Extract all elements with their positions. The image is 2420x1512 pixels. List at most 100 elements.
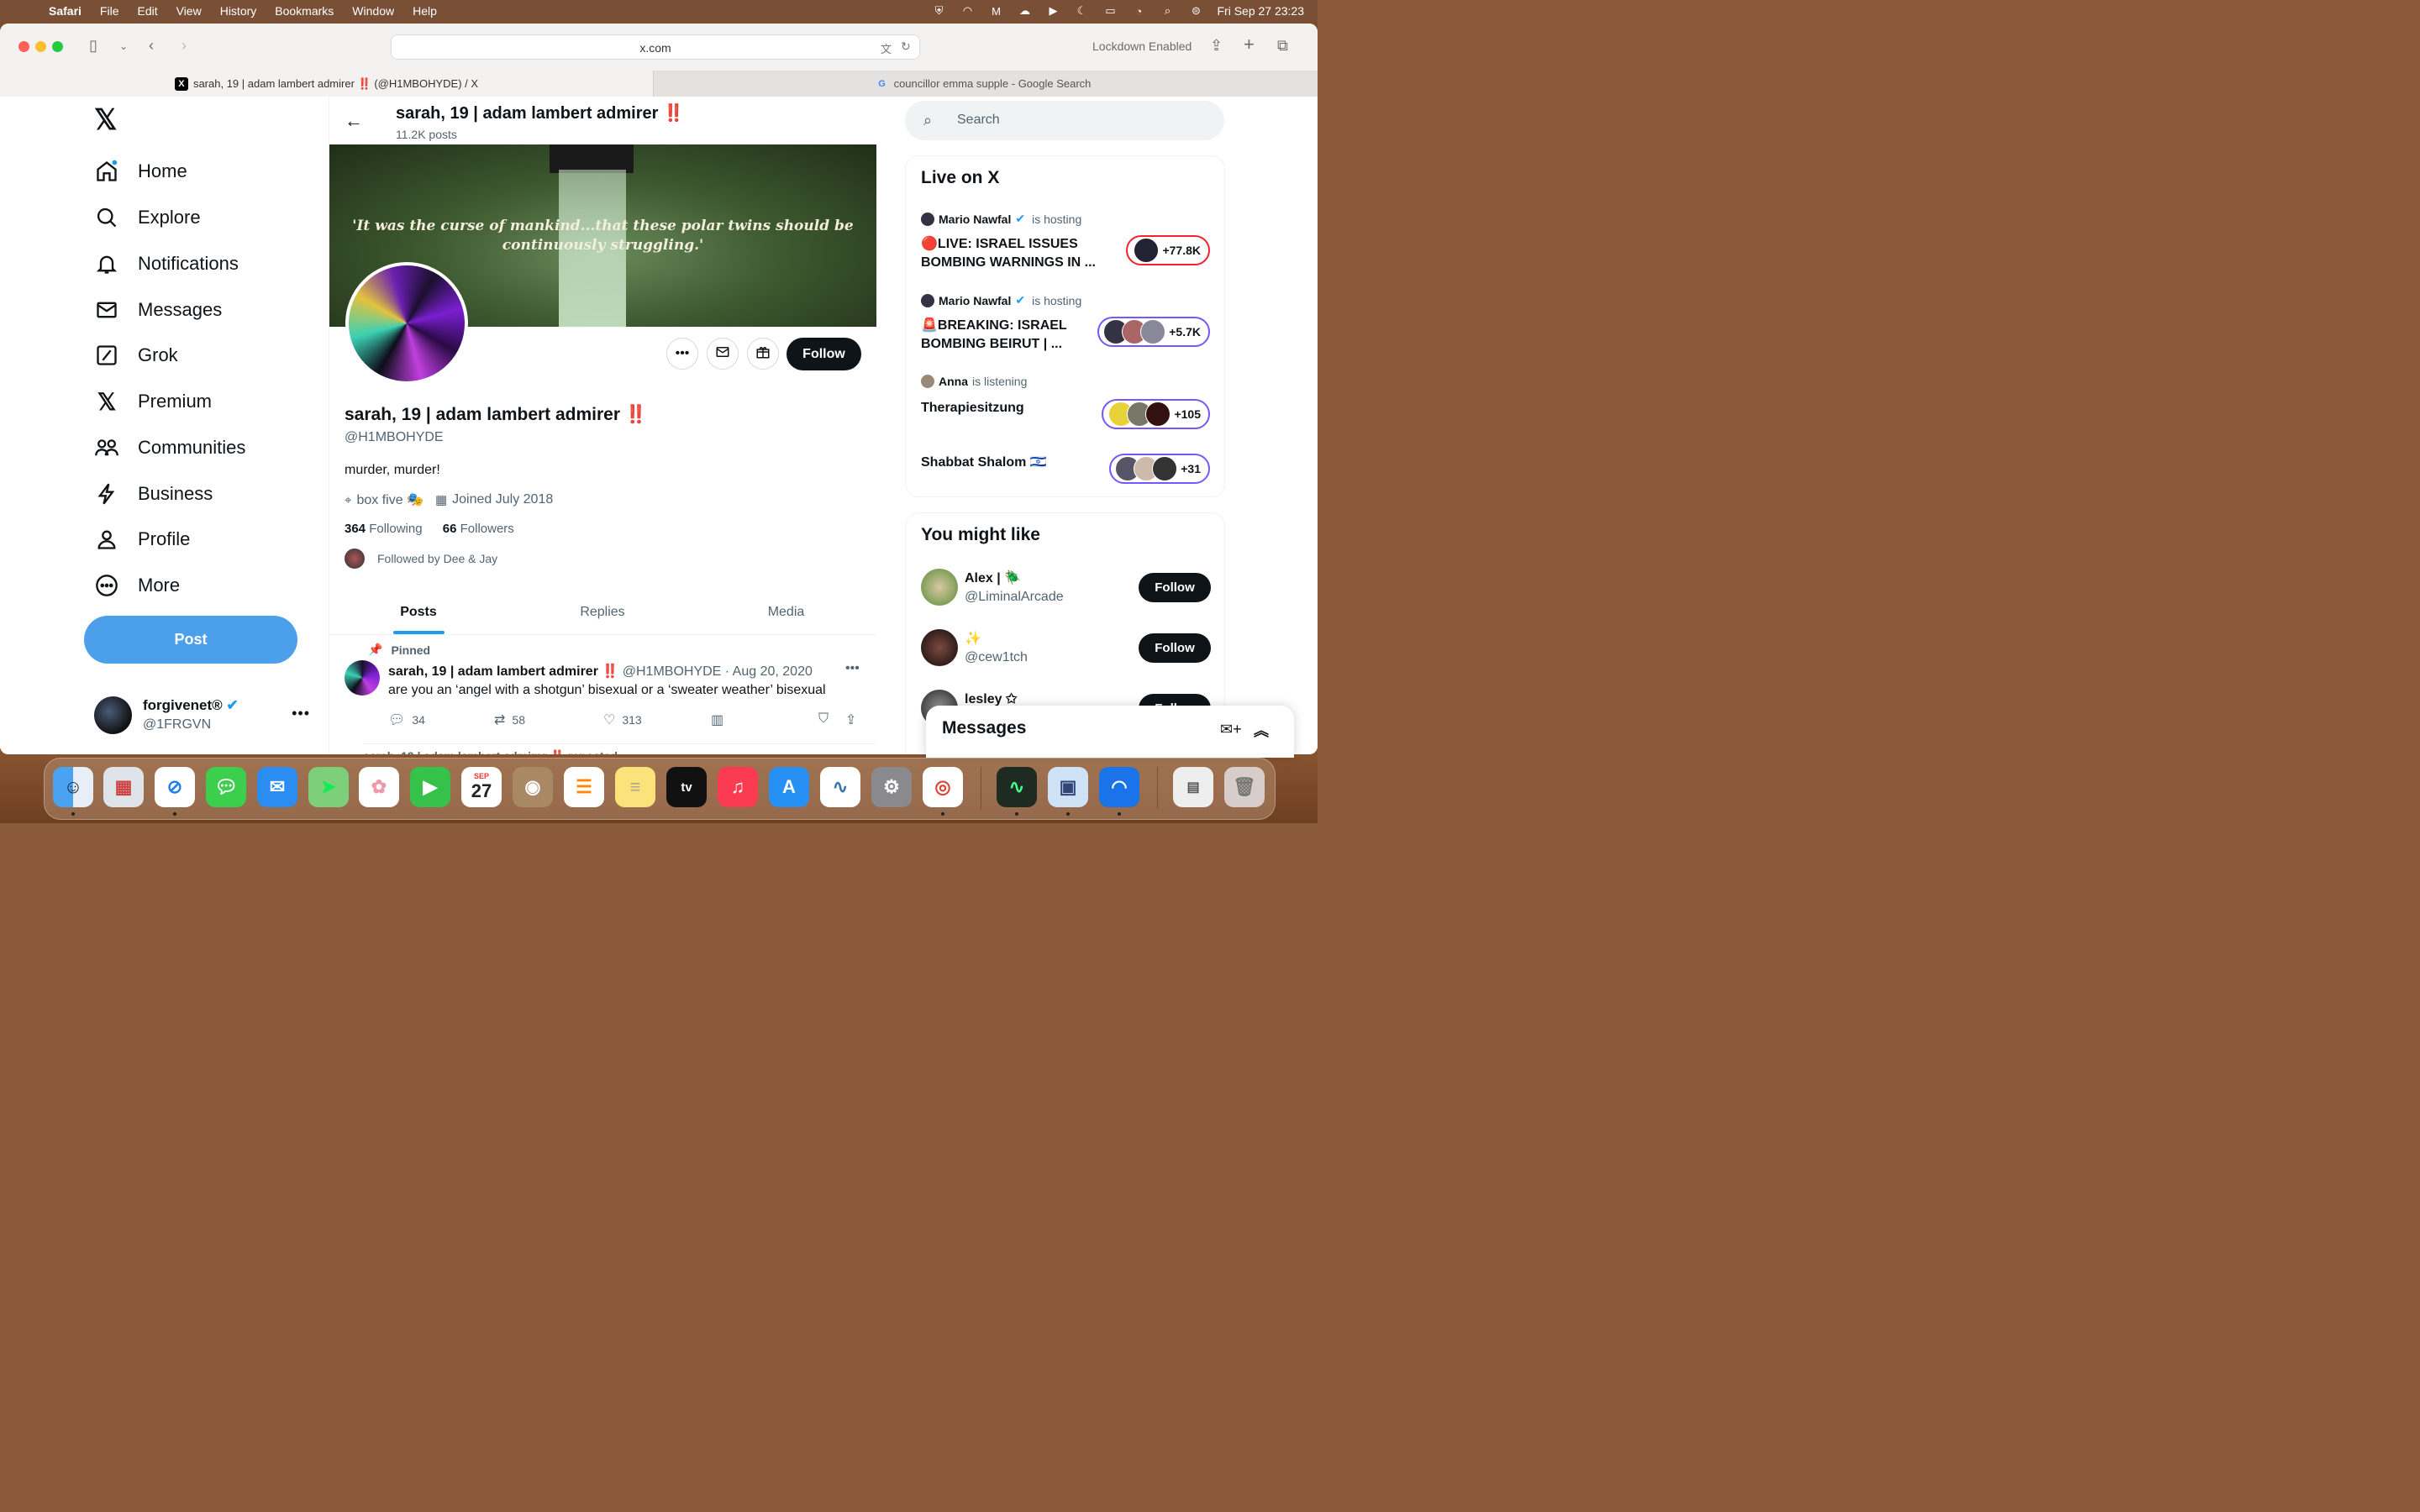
dock-contacts-icon[interactable]: ◉ xyxy=(513,767,553,807)
space-title[interactable]: Therapiesitzung xyxy=(921,399,1024,417)
dock-app-store-icon[interactable]: A xyxy=(769,767,809,807)
dock-chrome-icon[interactable]: ◎ xyxy=(923,767,963,807)
spotlight-icon[interactable]: ⌕ xyxy=(1160,4,1175,18)
tab-overview-icon[interactable]: ⧉ xyxy=(1277,37,1288,55)
nav-profile[interactable]: Profile xyxy=(94,522,190,556)
reload-icon[interactable]: ↻ xyxy=(901,39,911,54)
dock-trash-icon[interactable]: 🗑︎ xyxy=(1224,767,1265,807)
nav-business[interactable]: Business xyxy=(94,477,213,511)
tweet-handle-date[interactable]: @H1MBOHYDE · Aug 20, 2020 xyxy=(623,664,813,679)
m-app-icon[interactable]: M xyxy=(988,4,1003,18)
share-icon[interactable]: ⇪ xyxy=(1210,37,1223,55)
tab-media[interactable]: Media xyxy=(699,590,873,634)
menu-clock[interactable]: Fri Sep 27 23:23 xyxy=(1217,4,1304,18)
dock-settings-icon[interactable]: ⚙ xyxy=(871,767,912,807)
tab-replies[interactable]: Replies xyxy=(514,590,691,634)
reply-button[interactable]: 💬︎ 34 xyxy=(388,711,425,728)
nav-communities[interactable]: Communities xyxy=(94,431,245,465)
dock-maps-icon[interactable]: ➤ xyxy=(308,767,349,807)
nav-notifications[interactable]: Notifications xyxy=(94,247,239,281)
menu-bookmarks[interactable]: Bookmarks xyxy=(275,4,334,18)
nav-messages[interactable]: Messages xyxy=(94,293,222,327)
x-logo-icon[interactable]: 𝕏 xyxy=(94,106,121,134)
space-host[interactable]: Mario Nawfal ✔ is hosting xyxy=(921,212,1081,226)
new-tab-icon[interactable]: + xyxy=(1244,34,1255,55)
forward-icon[interactable]: › xyxy=(182,37,187,55)
space-title[interactable]: Shabbat Shalom 🇮🇱 xyxy=(921,454,1047,472)
dock-facetime-icon[interactable]: ▶ xyxy=(410,767,450,807)
menu-edit[interactable]: Edit xyxy=(137,4,157,18)
follow-button[interactable]: Follow xyxy=(1139,633,1211,663)
space-host[interactable]: Mario Nawfal ✔ is hosting xyxy=(921,293,1081,307)
tweet-author[interactable]: sarah, 19 | adam lambert admirer ‼️ xyxy=(388,664,618,679)
bookmark-button[interactable]: ⛉ xyxy=(818,711,835,727)
dock-calendar-icon[interactable]: SEP 27 xyxy=(461,767,502,807)
dock-safari-icon[interactable]: ⊘ xyxy=(155,767,195,807)
dock-activity-monitor-icon[interactable]: ∿ xyxy=(997,767,1037,807)
wifi-icon[interactable]: ◔ xyxy=(1131,4,1146,18)
menu-file[interactable]: File xyxy=(100,4,119,18)
space-title[interactable]: 🔴LIVE: ISRAEL ISSUES BOMBING WARNINGS IN … xyxy=(921,235,1096,272)
nav-grok[interactable]: Grok xyxy=(94,339,178,372)
chevron-down-icon[interactable]: ⌄ xyxy=(119,40,128,52)
nav-explore[interactable]: Explore xyxy=(94,201,201,234)
menu-help[interactable]: Help xyxy=(413,4,437,18)
surfshark-icon[interactable]: ◠ xyxy=(960,4,975,18)
address-bar[interactable]: x.com 文 ↻ xyxy=(391,34,920,60)
space-host[interactable]: Anna is listening xyxy=(921,375,1027,388)
moon-icon[interactable]: ☾ xyxy=(1074,4,1089,18)
subscribe-gift-button[interactable] xyxy=(747,338,779,370)
nav-premium[interactable]: 𝕏 Premium xyxy=(94,385,212,418)
follow-button[interactable]: Follow xyxy=(786,338,861,370)
tab-google-search[interactable]: G councillor emma supple - Google Search xyxy=(655,71,1312,97)
space-listeners-pill[interactable]: +31 xyxy=(1109,454,1210,484)
space-title[interactable]: 🚨BREAKING: ISRAEL BOMBING BEIRUT | ... xyxy=(921,317,1067,354)
dock-reminders-icon[interactable]: ☰ xyxy=(564,767,604,807)
post-button[interactable]: Post xyxy=(84,616,297,664)
more-options-button[interactable]: ••• xyxy=(666,338,698,370)
suggestion-item[interactable]: Alex | 🪲 @LiminalArcade Follow xyxy=(921,569,1211,609)
window-close-button[interactable] xyxy=(18,41,29,52)
space-listeners-pill[interactable]: +77.8K xyxy=(1126,235,1210,265)
nav-home[interactable]: Home xyxy=(94,155,187,188)
dock-tv-icon[interactable]: tv xyxy=(666,767,707,807)
tab-posts[interactable]: Posts xyxy=(329,590,508,634)
menu-app-name[interactable]: Safari xyxy=(49,4,82,18)
dock-music-icon[interactable]: ♫ xyxy=(718,767,758,807)
translate-icon[interactable]: 文 xyxy=(881,40,892,56)
dock-finder-icon[interactable]: ☺ xyxy=(53,767,93,807)
tab-x-profile[interactable]: X sarah, 19 | adam lambert admirer ‼️ (@… xyxy=(0,71,654,97)
shield-icon[interactable]: ⛨ xyxy=(931,4,946,18)
profile-avatar[interactable] xyxy=(345,262,468,385)
like-button[interactable]: ♡ 313 xyxy=(603,711,642,728)
sidebar-toggle-icon[interactable]: ▯ xyxy=(89,37,97,55)
dock-preview-icon[interactable]: ▣ xyxy=(1048,767,1088,807)
cloud-icon[interactable]: ☁ xyxy=(1017,4,1032,18)
views-button[interactable]: ▥ xyxy=(711,711,730,728)
messages-drawer[interactable]: Messages ✉+ ︽ xyxy=(926,706,1294,758)
message-button[interactable] xyxy=(707,338,739,370)
chevron-up-icon[interactable]: ︽ xyxy=(1254,719,1269,741)
space-listeners-pill[interactable]: +5.7K xyxy=(1097,317,1210,347)
menu-history[interactable]: History xyxy=(220,4,257,18)
dock-messages-icon[interactable]: 💬︎ xyxy=(206,767,246,807)
tweet-more-icon[interactable]: ••• xyxy=(845,661,860,676)
dock-launchpad-icon[interactable]: ▦ xyxy=(103,767,144,807)
dock-downloads-stack-icon[interactable]: ▤ xyxy=(1173,767,1213,807)
control-center-icon[interactable]: ⊜ xyxy=(1188,4,1203,18)
menu-view[interactable]: View xyxy=(176,4,202,18)
menu-window[interactable]: Window xyxy=(352,4,394,18)
battery-icon[interactable]: ▭ xyxy=(1102,4,1118,18)
following-link[interactable]: 364 Following xyxy=(345,522,423,536)
suggestion-item[interactable]: ✨ @cew1tch Follow xyxy=(921,629,1211,669)
avatar[interactable] xyxy=(345,660,380,696)
window-maximize-button[interactable] xyxy=(52,41,63,52)
follow-button[interactable]: Follow xyxy=(1139,573,1211,602)
dock-photos-icon[interactable]: ✿ xyxy=(359,767,399,807)
dock-surfshark-icon[interactable]: ◠ xyxy=(1099,767,1139,807)
repost-button[interactable]: ⇄ 58 xyxy=(494,711,525,728)
window-minimize-button[interactable] xyxy=(35,41,46,52)
dock-notes-icon[interactable]: ≡ xyxy=(615,767,655,807)
space-listeners-pill[interactable]: +105 xyxy=(1102,399,1210,429)
share-button[interactable]: ⇪ xyxy=(845,711,863,728)
